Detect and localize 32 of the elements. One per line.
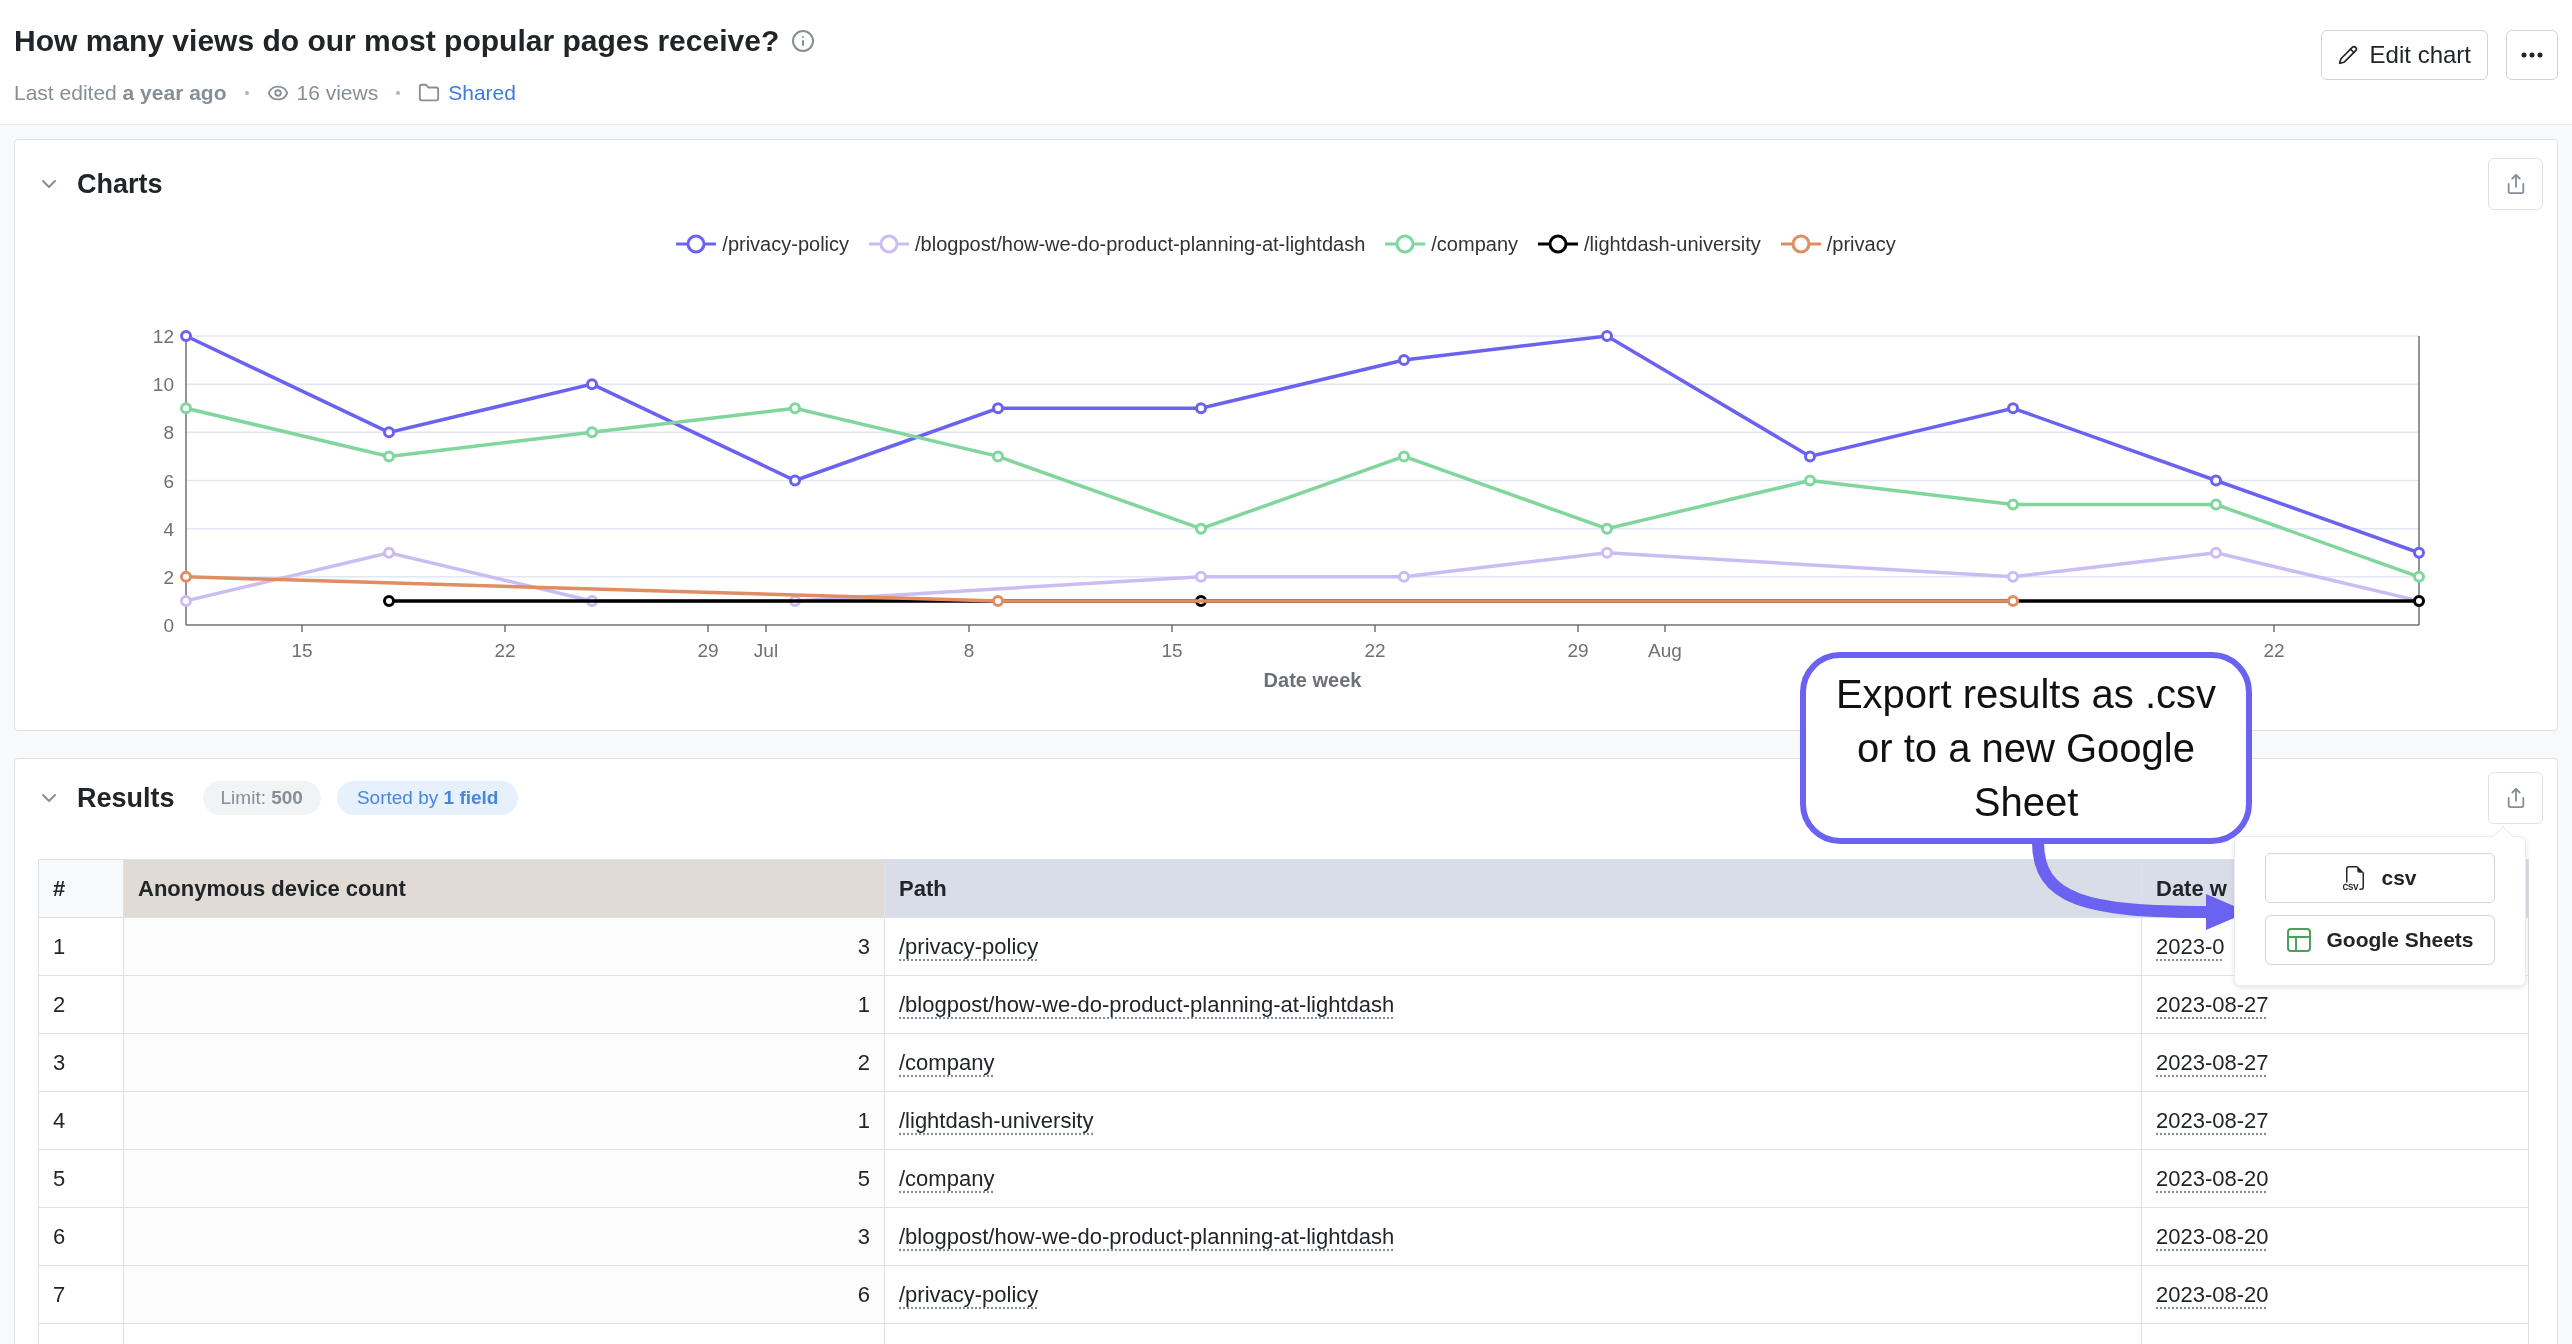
table-cell: 5: [124, 1150, 885, 1208]
limit-badge: Limit: 500: [202, 781, 321, 815]
callout-bubble: Export results as .csv or to a new Google Sheet: [1800, 652, 2252, 844]
axis-label: 8: [163, 422, 174, 444]
axis-label: 15: [1161, 640, 1183, 661]
table-cell: 3: [124, 1208, 885, 1266]
axis-label: 8: [963, 640, 975, 661]
axis-label: 15: [291, 640, 313, 661]
axis-label: Aug: [1648, 640, 1682, 661]
panel-title: Charts: [77, 167, 163, 201]
axis-label: 4: [163, 518, 174, 540]
axis-label: 22: [494, 640, 516, 661]
axis-label: 22: [1364, 640, 1386, 661]
axis-label: 6: [163, 470, 174, 492]
axis-label: 22: [2263, 640, 2285, 661]
axis-label: 10: [152, 374, 174, 396]
table-cell: 2: [124, 1034, 885, 1092]
axis-label: 29: [697, 640, 719, 661]
table-cell: 1: [124, 976, 885, 1034]
page-title: How many views do our most popular pages receive?: [14, 23, 780, 59]
axis-label: 29: [1567, 640, 1589, 661]
table-cell: 3: [124, 918, 885, 976]
panel-title: Results: [77, 781, 175, 815]
axis-label: 0: [163, 615, 174, 636]
last-edited-text: Last edited a year ago: [14, 80, 227, 106]
table-cell: 6: [124, 1266, 885, 1324]
axis-title: Date week: [1263, 669, 1362, 691]
table-cell: 1: [124, 1092, 885, 1150]
axis-label: Jul: [753, 640, 779, 661]
views-count: 16 views: [296, 80, 379, 106]
axis-label: 2: [163, 566, 174, 588]
axis-label: 12: [152, 326, 174, 347]
